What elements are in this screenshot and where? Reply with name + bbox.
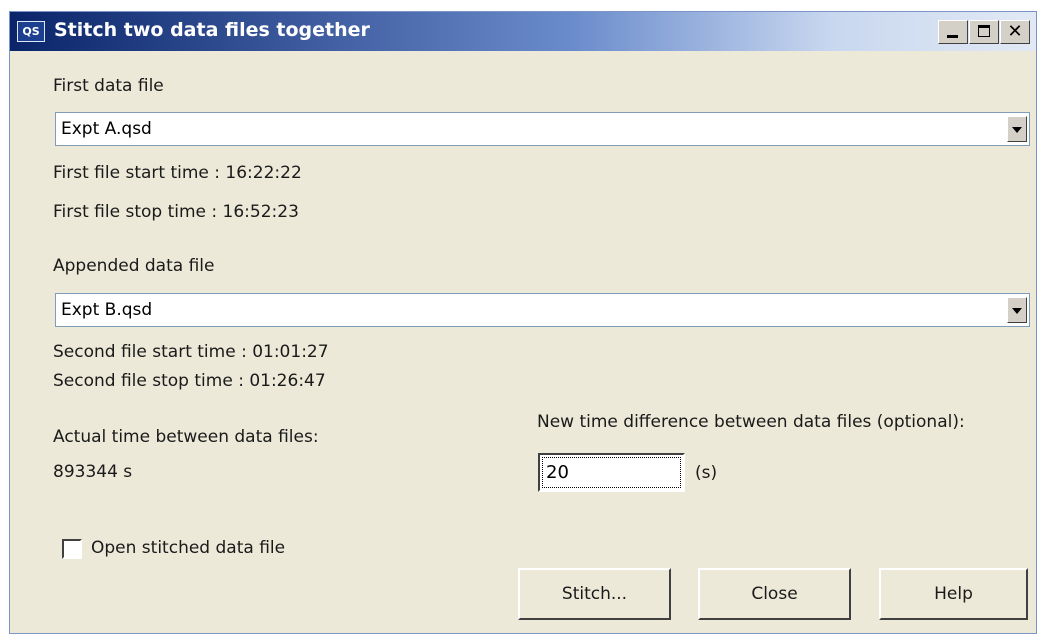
second-file-start-time: Second file start time : 01:01:27 [53, 342, 329, 362]
window-title: Stitch two data files together [54, 19, 370, 41]
help-button[interactable]: Help [879, 568, 1028, 620]
first-file-select[interactable]: Expt A.qsd [55, 112, 1030, 146]
title-bar[interactable]: QS Stitch two data files together ✕ [10, 12, 1036, 51]
new-time-input[interactable]: 20 [538, 453, 685, 492]
chevron-down-icon[interactable] [1007, 297, 1027, 323]
appended-file-label: Appended data file [53, 256, 215, 276]
first-file-label: First data file [53, 76, 164, 96]
new-time-value: 20 [546, 462, 569, 483]
open-stitched-checkbox[interactable] [62, 539, 82, 559]
first-file-value: Expt A.qsd [61, 119, 152, 139]
close-icon: ✕ [1007, 21, 1023, 42]
appended-file-select[interactable]: Expt B.qsd [55, 293, 1030, 327]
close-button[interactable]: Close [698, 568, 851, 620]
qs-app-icon[interactable]: QS [17, 21, 45, 42]
first-file-stop-time: First file stop time : 16:52:23 [53, 202, 299, 222]
actual-time-label: Actual time between data files: [53, 427, 319, 447]
stitch-dialog: QS Stitch two data files together ✕ Firs… [9, 11, 1037, 634]
close-window-button[interactable]: ✕ [1000, 20, 1030, 44]
second-file-stop-time: Second file stop time : 01:26:47 [53, 371, 326, 391]
open-stitched-label[interactable]: Open stitched data file [91, 538, 285, 558]
maximize-button[interactable] [969, 20, 999, 44]
new-time-unit: (s) [695, 463, 718, 483]
minimize-icon [947, 35, 958, 38]
chevron-down-icon[interactable] [1007, 116, 1027, 142]
actual-time-value: 893344 s [53, 462, 133, 482]
first-file-start-time: First file start time : 16:22:22 [53, 163, 302, 183]
maximize-icon [978, 25, 990, 37]
minimize-button[interactable] [938, 20, 968, 44]
appended-file-value: Expt B.qsd [61, 300, 153, 320]
stitch-button[interactable]: Stitch... [518, 568, 671, 620]
new-time-label: New time difference between data files (… [537, 412, 965, 432]
